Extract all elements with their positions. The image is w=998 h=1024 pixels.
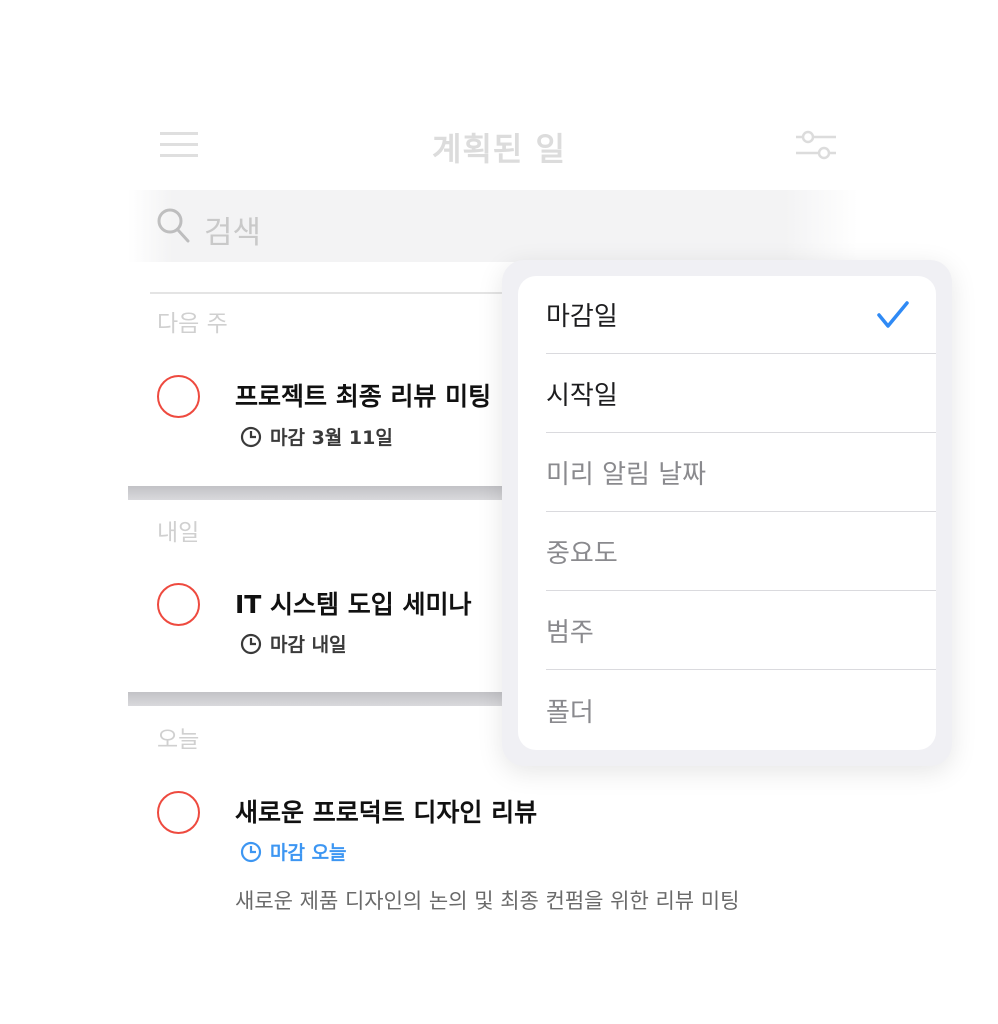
sort-option-label: 폴더 <box>546 697 594 728</box>
task-due-label: 마감 오늘 <box>270 842 347 864</box>
sort-option-label: 중요도 <box>546 539 618 569</box>
sort-menu: 마감일 시작일 미리 알림 날짜 중요도 범주 폴더 <box>518 276 936 750</box>
task-title[interactable]: 새로운 프로덕트 디자인 리뷰 <box>235 793 537 829</box>
checkmark-icon <box>877 301 909 328</box>
sort-option-importance[interactable]: 중요도 <box>546 513 936 591</box>
sort-option-start-date[interactable]: 시작일 <box>546 355 936 433</box>
divider <box>150 292 550 294</box>
task-title[interactable]: 프로젝트 최종 리뷰 미팅 <box>235 377 491 413</box>
task-title[interactable]: IT 시스템 도입 세미나 <box>235 585 471 621</box>
sort-option-reminder-date[interactable]: 미리 알림 날짜 <box>546 434 936 512</box>
sort-option-due-date[interactable]: 마감일 <box>546 276 936 354</box>
clock-icon <box>240 426 262 447</box>
task-due: 마감 오늘 <box>240 838 347 865</box>
sort-option-label: 미리 알림 날짜 <box>546 460 707 490</box>
divider <box>128 486 508 500</box>
section-header-today: 오늘 <box>157 727 200 753</box>
filter-icon[interactable] <box>796 128 836 162</box>
task-due-label: 마감 3월 11일 <box>270 427 393 449</box>
page-title: 계획된 일 <box>432 130 566 168</box>
search-icon <box>157 208 190 243</box>
clock-icon <box>240 841 262 862</box>
section-header-next-week: 다음 주 <box>157 311 228 337</box>
task-due-label: 마감 내일 <box>270 634 347 656</box>
sort-option-label: 범주 <box>546 618 594 648</box>
task-complete-checkbox[interactable] <box>157 375 200 418</box>
task-due: 마감 3월 11일 <box>240 423 393 450</box>
sort-option-label: 시작일 <box>546 381 618 411</box>
divider <box>128 692 508 706</box>
task-due: 마감 내일 <box>240 630 347 657</box>
clock-icon <box>240 633 262 654</box>
sort-option-label: 마감일 <box>546 302 618 332</box>
task-complete-checkbox[interactable] <box>157 583 200 626</box>
sort-option-folder[interactable]: 폴더 <box>546 671 936 749</box>
section-header-tomorrow: 내일 <box>157 520 200 546</box>
task-complete-checkbox[interactable] <box>157 791 200 834</box>
task-note: 새로운 제품 디자인의 논의 및 최종 컨펌을 위한 리뷰 미팅 <box>235 889 740 913</box>
sort-option-category[interactable]: 범주 <box>546 592 936 670</box>
search-placeholder: 검색 <box>204 215 262 251</box>
